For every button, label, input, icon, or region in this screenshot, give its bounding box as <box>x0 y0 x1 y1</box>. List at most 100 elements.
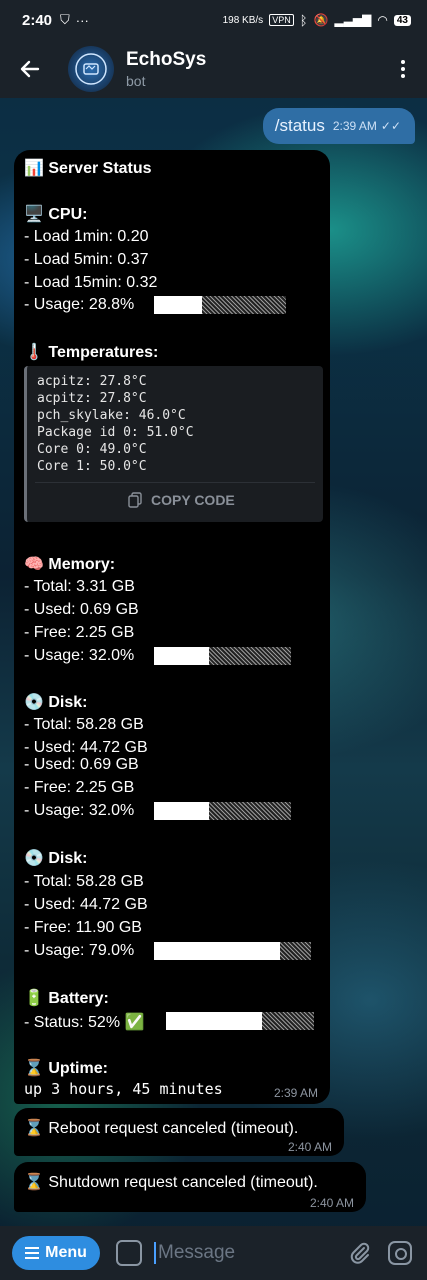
shutdown-message[interactable]: ⌛ Shutdown request canceled (timeout). 2… <box>14 1162 366 1212</box>
bar-remaining <box>209 647 291 665</box>
temp-line: acpitz: 27.8°C <box>37 374 147 389</box>
temp-line: Core 0: 49.0°C <box>37 442 147 457</box>
copy-code-label: COPY CODE <box>151 492 235 508</box>
bar-fill <box>154 647 209 665</box>
status-bar: 2:40 ⛉ ··· 198 KB/s VPN ᛒ 🔕 ▂▃▅▇ ◠ 43 <box>0 0 427 40</box>
memory-heading: Memory: <box>48 556 116 573</box>
bar-remaining <box>202 296 286 314</box>
disk-total: - Total: 58.28 GB <box>24 873 144 890</box>
temperatures-heading: Temperatures: <box>48 344 159 361</box>
memory-used: - Used: 0.69 GB <box>24 601 139 618</box>
copy-icon <box>128 492 142 508</box>
hourglass-emoji-icon: ⌛ <box>24 1174 44 1191</box>
memory-usage-bar <box>154 647 291 665</box>
disk-emoji-icon: 💿 <box>24 850 44 867</box>
temp-line: pch_skylake: 46.0°C <box>37 408 186 423</box>
temperatures-code-block: acpitz: 27.8°C acpitz: 27.8°C pch_skylak… <box>24 366 323 522</box>
server-status-message[interactable]: 📊 Server Status 🖥️ CPU: - Load 1min: 0.2… <box>14 150 330 1104</box>
shutdown-time: 2:40 AM <box>309 1196 354 1210</box>
temp-line: Core 1: 50.0°C <box>37 459 147 474</box>
memory-usage: - Usage: 32.0% <box>24 647 135 664</box>
cpu-load-5: - Load 5min: 0.37 <box>24 251 149 268</box>
disk-emoji-icon: 💿 <box>24 694 44 711</box>
memory-total: - Total: 3.31 GB <box>24 578 135 595</box>
bot-menu-button[interactable]: Menu <box>12 1236 100 1270</box>
bar-remaining <box>279 942 311 960</box>
sticker-icon[interactable] <box>116 1240 142 1266</box>
menu-icon <box>25 1247 40 1259</box>
signal-icon: ▂▃▅▇ <box>334 13 372 27</box>
uptime-heading: Uptime: <box>48 1060 108 1077</box>
battery-emoji-icon: 🔋 <box>24 990 44 1007</box>
cpu-load-15: - Load 15min: 0.32 <box>24 274 158 291</box>
cpu-usage-bar <box>154 296 286 314</box>
network-speed: 198 KB/s <box>222 14 264 26</box>
composer-bar: Menu Message <box>0 1226 427 1280</box>
outgoing-time: 2:39 AM <box>332 119 377 133</box>
disk-heading: Disk: <box>48 694 88 711</box>
message-title: Server Status <box>48 160 152 177</box>
copy-code-button[interactable]: COPY CODE <box>127 492 235 508</box>
disk-usage: - Usage: 79.0% <box>24 942 135 959</box>
bluetooth-icon: ᛒ <box>299 12 308 28</box>
reboot-time: 2:40 AM <box>287 1140 332 1154</box>
temp-line: Package id 0: 51.0°C <box>37 425 194 440</box>
message-time: 2:39 AM <box>273 1086 318 1100</box>
battery-indicator: 43 <box>393 14 411 26</box>
bar-fill <box>166 1012 262 1030</box>
wifi-icon: ◠ <box>377 13 388 27</box>
temp-line: acpitz: 27.8°C <box>37 391 147 406</box>
vpn-badge: VPN <box>269 14 294 26</box>
disk-usage-bar <box>154 942 311 960</box>
disk-used: - Used: 44.72 GB <box>24 739 148 756</box>
cpu-heading: CPU: <box>48 206 88 223</box>
hourglass-emoji-icon: ⌛ <box>24 1120 44 1137</box>
cpu-usage: - Usage: 28.8% <box>24 296 135 313</box>
disk-total: - Total: 58.28 GB <box>24 716 144 733</box>
outgoing-message[interactable]: /status 2:39 AM ✓✓ <box>262 108 415 144</box>
cpu-load-1: - Load 1min: 0.20 <box>24 228 149 245</box>
shutdown-text: Shutdown request canceled (timeout). <box>48 1174 318 1191</box>
reboot-message[interactable]: ⌛ Reboot request canceled (timeout). 2:4… <box>14 1108 344 1156</box>
hourglass-emoji-icon: ⌛ <box>24 1060 44 1077</box>
disk-used-duplicate: - Used: 0.69 GB <box>24 756 139 773</box>
bar-remaining <box>209 802 291 820</box>
shield-icon: ⛉ <box>60 12 70 27</box>
chat-subtitle: bot <box>126 73 146 89</box>
outgoing-text: /status <box>274 116 325 135</box>
disk-usage-bar <box>154 802 291 820</box>
battery-heading: Battery: <box>48 990 109 1007</box>
mute-icon: 🔕 <box>313 13 329 27</box>
uptime-text: up 3 hours, 45 minutes <box>24 1080 223 1098</box>
more-options-icon[interactable] <box>401 60 405 78</box>
message-input[interactable]: Message <box>154 1242 338 1264</box>
chat-header: EchoSys bot <box>0 40 427 98</box>
disk-usage: - Usage: 32.0% <box>24 802 135 819</box>
bot-logo-icon <box>75 53 107 85</box>
read-checkmarks-icon: ✓✓ <box>380 119 401 133</box>
battery-status: - Status: 52% <box>24 1014 121 1031</box>
memory-free: - Free: 2.25 GB <box>24 624 135 641</box>
bar-fill <box>154 942 280 960</box>
chart-emoji-icon: 📊 <box>24 160 44 177</box>
computer-emoji-icon: 🖥️ <box>24 206 44 223</box>
clock: 2:40 <box>22 11 53 29</box>
checkmark-emoji-icon: ✅ <box>124 1014 145 1031</box>
disk-free: - Free: 11.90 GB <box>24 919 142 936</box>
menu-label: Menu <box>45 1244 87 1261</box>
bar-fill <box>154 296 202 314</box>
chat-title[interactable]: EchoSys <box>126 49 206 71</box>
brain-emoji-icon: 🧠 <box>24 556 44 573</box>
more-icon: ··· <box>75 12 89 28</box>
thermometer-emoji-icon: 🌡️ <box>24 344 44 361</box>
paperclip-icon[interactable] <box>348 1241 372 1265</box>
bar-fill <box>154 802 209 820</box>
bar-remaining <box>262 1012 314 1030</box>
camera-icon[interactable] <box>388 1241 412 1265</box>
reboot-text: Reboot request canceled (timeout). <box>48 1120 299 1137</box>
disk-used: - Used: 44.72 GB <box>24 896 148 913</box>
disk-free: - Free: 2.25 GB <box>24 779 135 796</box>
bot-avatar[interactable] <box>68 46 114 92</box>
battery-level-bar <box>166 1012 314 1030</box>
back-arrow-icon[interactable] <box>18 57 42 81</box>
